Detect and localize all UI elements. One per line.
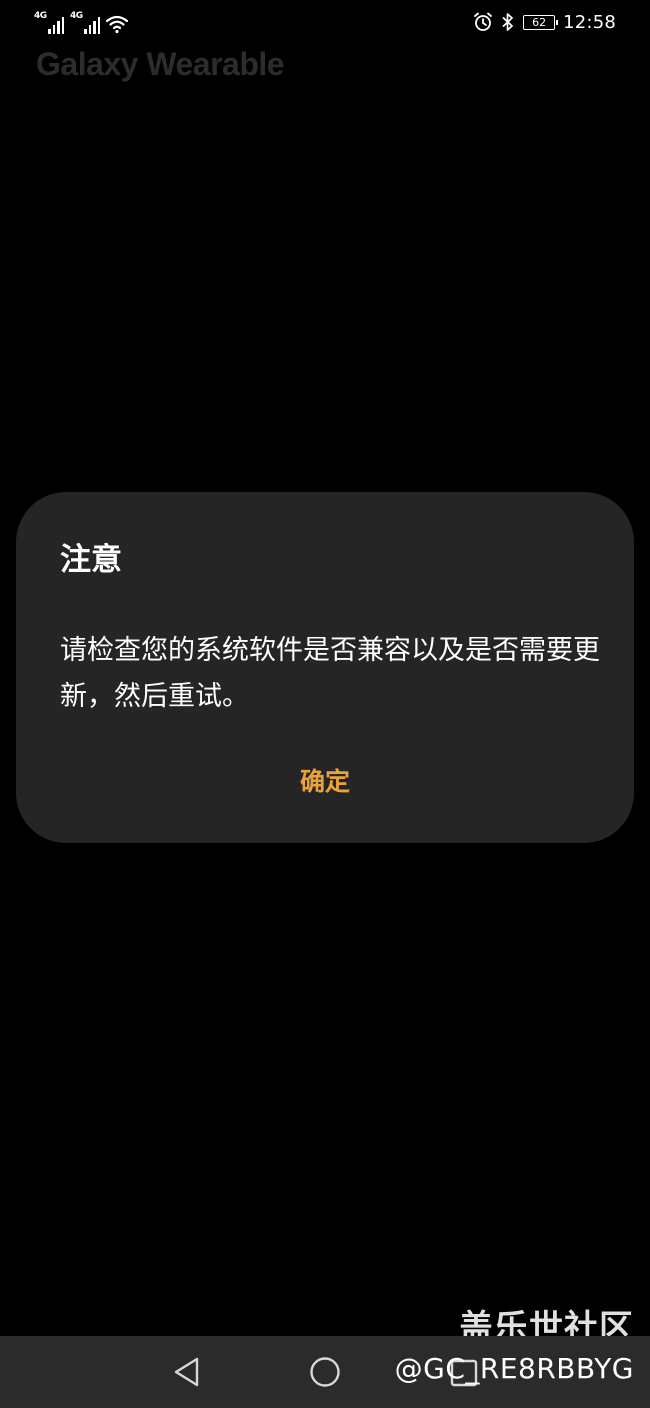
alert-dialog: 注意 请检查您的系统软件是否兼容以及是否需要更新，然后重试。 确定 — [16, 492, 634, 843]
clock: 12:58 — [563, 11, 616, 33]
signal-icon: 4G — [70, 12, 100, 34]
bluetooth-icon — [502, 13, 513, 31]
alarm-icon — [474, 12, 493, 31]
dialog-message: 请检查您的系统软件是否兼容以及是否需要更新，然后重试。 — [60, 635, 600, 712]
status-left: 4G 4G — [34, 10, 128, 34]
screen: 4G 4G 62 12:58 Galaxy Wearable 注意 请检查您的系… — [0, 0, 650, 1408]
wifi-icon — [106, 15, 128, 34]
dialog-title: 注意 — [60, 542, 122, 578]
app-title: Galaxy Wearable — [36, 46, 285, 82]
ok-button[interactable]: 确定 — [275, 762, 375, 802]
status-right: 62 12:58 — [473, 10, 616, 34]
battery-level: 62 — [532, 15, 547, 29]
network-type-label: 4G — [34, 11, 47, 21]
signal-icon: 4G — [34, 12, 64, 34]
back-icon[interactable] — [172, 1356, 202, 1388]
status-bar: 4G 4G 62 12:58 — [0, 0, 650, 44]
network-type-label: 4G — [70, 11, 83, 21]
home-icon[interactable] — [309, 1356, 341, 1388]
battery-icon: 62 — [523, 14, 559, 30]
navigation-bar: @GC_RE8RBBYG — [0, 1336, 650, 1408]
watermark-user: @GC_RE8RBBYG — [394, 1352, 634, 1385]
